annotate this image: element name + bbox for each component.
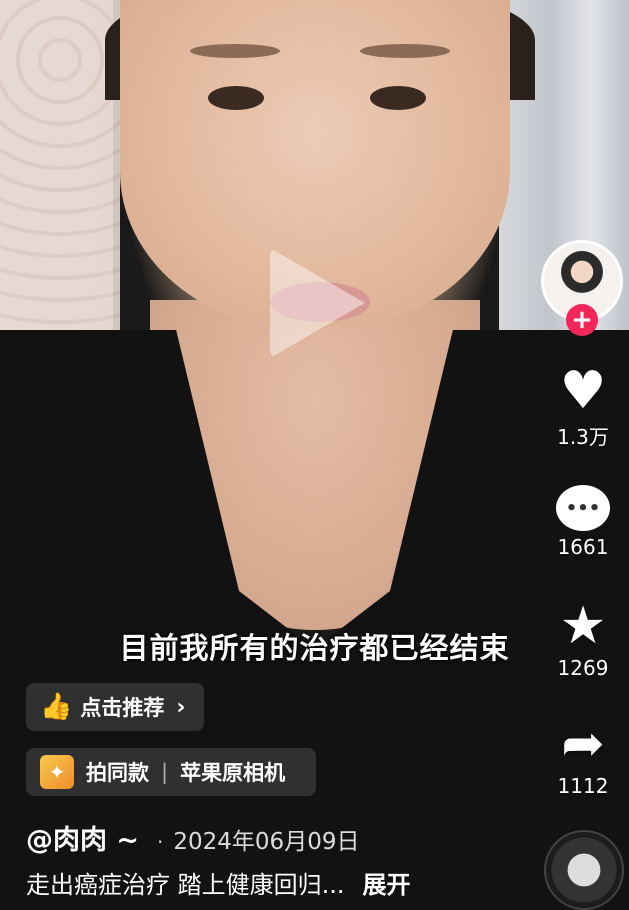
play-icon[interactable] <box>270 248 365 358</box>
expand-button[interactable]: 展开 <box>363 865 411 900</box>
chevron-right-icon: › <box>176 694 186 720</box>
background-wallpaper <box>0 0 120 350</box>
heart-icon[interactable]: ♥ <box>540 365 626 417</box>
same-style-separator: | <box>161 760 169 784</box>
music-disc-icon[interactable] <box>544 830 624 910</box>
follow-plus-icon[interactable]: + <box>566 304 598 336</box>
recommend-label: 点击推荐 <box>80 696 165 720</box>
author-row: @肉肉 ~ · 2024年06月09日 <box>26 818 359 857</box>
same-style-label: 拍同款 <box>86 761 149 785</box>
star-icon[interactable]: ★ <box>540 600 626 652</box>
recommend-button[interactable]: 👍 点击推荐 › <box>26 683 204 731</box>
like-count: 1.3万 <box>557 425 609 449</box>
eyebrow-left <box>190 44 280 58</box>
share-arrow-icon[interactable]: ➦ <box>540 718 626 770</box>
description-row: 走出癌症治疗 踏上健康回归... 展开 <box>26 865 411 900</box>
eye-right <box>370 86 426 110</box>
thumbs-up-icon: 👍 <box>40 692 73 722</box>
date-separator: · <box>157 830 164 854</box>
eyebrow-right <box>360 44 450 58</box>
comment-action[interactable]: ••• 1661 <box>540 485 626 559</box>
author-avatar-container[interactable]: + <box>541 240 623 336</box>
like-action[interactable]: ♥ 1.3万 <box>540 365 626 450</box>
comment-count: 1661 <box>557 535 609 559</box>
favorite-action[interactable]: ★ 1269 <box>540 600 626 680</box>
same-style-button[interactable]: ✦ 拍同款 | 苹果原相机 <box>26 748 316 796</box>
post-description: 走出癌症治疗 踏上健康回归... <box>26 871 345 899</box>
comment-icon[interactable]: ••• <box>556 485 610 531</box>
video-subtitle: 目前我所有的治疗都已经结束 <box>119 631 510 665</box>
post-date: 2024年06月09日 <box>173 829 360 855</box>
eye-left <box>208 86 264 110</box>
camera-name: 苹果原相机 <box>180 761 286 785</box>
share-count: 1112 <box>557 774 609 798</box>
author-name[interactable]: @肉肉 ~ <box>26 818 139 857</box>
sparkle-icon: ✦ <box>40 755 74 789</box>
share-action[interactable]: ➦ 1112 <box>540 718 626 798</box>
favorite-count: 1269 <box>557 656 609 680</box>
